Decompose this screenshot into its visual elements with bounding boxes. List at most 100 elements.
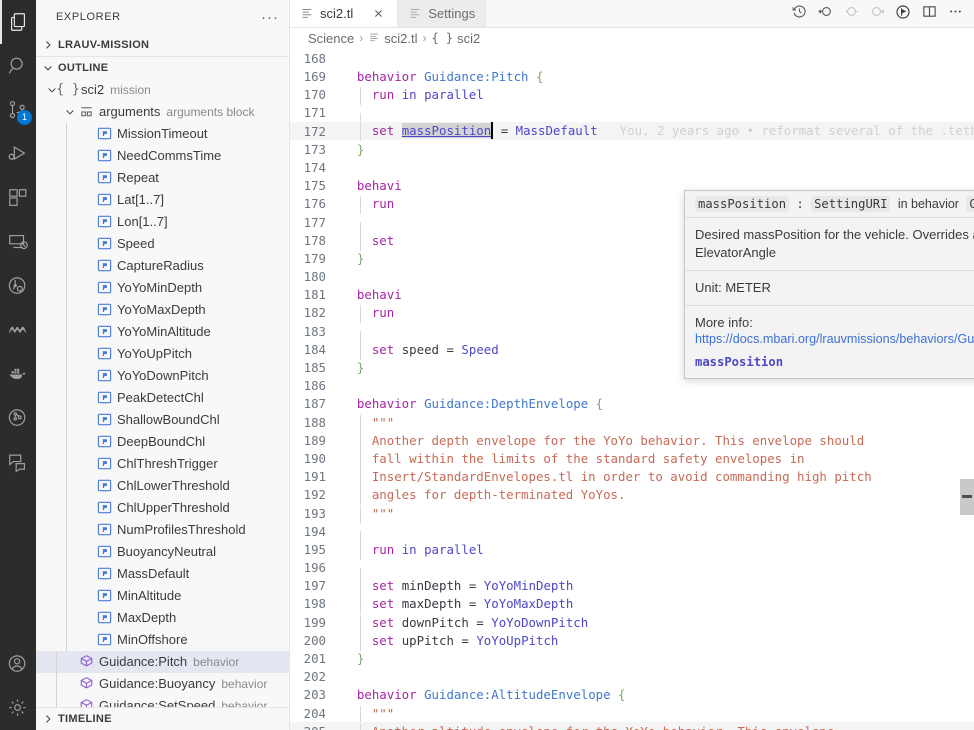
outline-item-yoyominaltitude[interactable]: YoYoMinAltitude xyxy=(36,321,289,343)
outline-item-sci2[interactable]: { }sci2mission xyxy=(36,79,289,101)
activity-item-gitlens[interactable] xyxy=(0,308,36,352)
sidebar-more-actions-button[interactable]: ··· xyxy=(259,6,281,28)
code-line-text[interactable]: set maxDepth = YoYoMaxDepth xyxy=(338,596,974,611)
outline-item-lon-1-7[interactable]: Lon[1..7] xyxy=(36,211,289,233)
code-line-text[interactable]: behavior Guidance:Pitch { xyxy=(338,69,974,84)
outline-item-peakdetectchl[interactable]: PeakDetectChl xyxy=(36,387,289,409)
outline-item-speed[interactable]: Speed xyxy=(36,233,289,255)
outline-item-numprofilesthreshold[interactable]: NumProfilesThreshold xyxy=(36,519,289,541)
code-line-text[interactable]: Another depth envelope for the YoYo beha… xyxy=(338,433,974,448)
code-line[interactable]: 173 } xyxy=(290,140,974,158)
close-icon[interactable] xyxy=(369,4,387,22)
outline-item-yoyomaxdepth[interactable]: YoYoMaxDepth xyxy=(36,299,289,321)
code-editor[interactable]: 168169 behavior Guidance:Pitch {170 run … xyxy=(290,49,974,730)
section-header-lrauv-mission[interactable]: LRAUV-MISSION xyxy=(36,34,289,56)
section-header-outline[interactable]: OUTLINE xyxy=(36,57,289,79)
outline-item-minoffshore[interactable]: MinOffshore xyxy=(36,629,289,651)
code-line[interactable]: 191 Insert/StandardEnvelopes.tl in order… xyxy=(290,468,974,486)
activity-item-manage-settings[interactable] xyxy=(0,686,36,730)
code-line[interactable]: 189 Another depth envelope for the YoYo … xyxy=(290,431,974,449)
code-line-text[interactable]: set minDepth = YoYoMinDepth xyxy=(338,578,974,593)
code-line[interactable]: 171 xyxy=(290,104,974,122)
code-line[interactable]: 198 set maxDepth = YoYoMaxDepth xyxy=(290,595,974,613)
outline-item-guidance-pitch[interactable]: Guidance:Pitchbehavior xyxy=(36,651,289,673)
activity-item-source-control[interactable]: 1 xyxy=(0,88,36,132)
outline-item-shallowboundchl[interactable]: ShallowBoundChl xyxy=(36,409,289,431)
code-line[interactable]: 190 fall within the limits of the standa… xyxy=(290,449,974,467)
outline-item-captureradius[interactable]: CaptureRadius xyxy=(36,255,289,277)
activity-item-accounts[interactable] xyxy=(0,642,36,686)
run-button[interactable] xyxy=(890,0,916,26)
code-line[interactable]: 197 set minDepth = YoYoMinDepth xyxy=(290,577,974,595)
code-line[interactable]: 195 run in parallel xyxy=(290,540,974,558)
outline-item-yoyomindepth[interactable]: YoYoMinDepth xyxy=(36,277,289,299)
code-line[interactable]: 168 xyxy=(290,49,974,67)
code-line-text[interactable]: run in parallel xyxy=(338,87,974,102)
code-line[interactable]: 202 xyxy=(290,668,974,686)
code-line-text[interactable]: run in parallel xyxy=(338,542,974,557)
timeline-history-button[interactable] xyxy=(786,0,812,26)
outline-item-chlupperthreshold[interactable]: ChlUpperThreshold xyxy=(36,497,289,519)
code-line-text[interactable]: fall within the limits of the standard s… xyxy=(338,451,974,466)
code-line[interactable]: 205 Another altitude envelope for the Yo… xyxy=(290,722,974,730)
outline-tree[interactable]: { }sci2missionargumentsarguments block Mi… xyxy=(36,79,289,707)
outline-item-minaltitude[interactable]: MinAltitude xyxy=(36,585,289,607)
code-line[interactable]: 204 """ xyxy=(290,704,974,722)
activity-item-extensions[interactable] xyxy=(0,176,36,220)
code-line[interactable]: 169 behavior Guidance:Pitch { xyxy=(290,67,974,85)
git-blame-annotation[interactable]: You, 2 years ago • reformat several of t… xyxy=(598,123,974,138)
activity-item-remote-explorer[interactable] xyxy=(0,220,36,264)
code-line-text[interactable]: set downPitch = YoYoDownPitch xyxy=(338,615,974,630)
breadcrumb-item-science[interactable]: Science xyxy=(308,31,354,46)
breadcrumb-item-sci2[interactable]: { } sci2 xyxy=(431,31,480,46)
split-editor-button[interactable] xyxy=(916,0,942,26)
outline-item-guidance-buoyancy[interactable]: Guidance:Buoyancybehavior xyxy=(36,673,289,695)
outline-item-arguments[interactable]: argumentsarguments block xyxy=(36,101,289,123)
selected-symbol[interactable]: massPosition xyxy=(402,123,492,138)
code-line-text[interactable]: """ xyxy=(338,706,974,721)
code-line[interactable]: 203 behavior Guidance:AltitudeEnvelope { xyxy=(290,686,974,704)
code-line[interactable]: 192 angles for depth-terminated YoYos. xyxy=(290,486,974,504)
code-line[interactable]: 196 xyxy=(290,559,974,577)
code-line[interactable]: 170 run in parallel xyxy=(290,86,974,104)
code-line[interactable]: 172 set massPosition = MassDefaultYou, 2… xyxy=(290,122,974,140)
outline-item-yoyouppitch[interactable]: YoYoUpPitch xyxy=(36,343,289,365)
code-line[interactable]: 186 xyxy=(290,377,974,395)
circle-dash-button[interactable] xyxy=(838,0,864,26)
code-line[interactable]: 187 behavior Guidance:DepthEnvelope { xyxy=(290,395,974,413)
outline-item-massdefault[interactable]: MassDefault xyxy=(36,563,289,585)
outline-item-buoyancyneutral[interactable]: BuoyancyNeutral xyxy=(36,541,289,563)
code-line[interactable]: 188 """ xyxy=(290,413,974,431)
code-line-text[interactable]: set massPosition = MassDefaultYou, 2 yea… xyxy=(338,123,974,140)
code-line[interactable]: 199 set downPitch = YoYoDownPitch xyxy=(290,613,974,631)
activity-item-docker[interactable] xyxy=(0,352,36,396)
code-line-text[interactable]: Another altitude envelope for the YoYo b… xyxy=(338,724,974,730)
activity-item-git-graph[interactable] xyxy=(0,396,36,440)
code-line[interactable]: 193 """ xyxy=(290,504,974,522)
code-line-text[interactable]: set upPitch = YoYoUpPitch xyxy=(338,633,974,648)
outline-item-chllowerthreshold[interactable]: ChlLowerThreshold xyxy=(36,475,289,497)
step-back-button[interactable] xyxy=(812,0,838,26)
outline-item-guidance-setspeed[interactable]: Guidance:SetSpeedbehavior xyxy=(36,695,289,707)
outline-item-repeat[interactable]: Repeat xyxy=(36,167,289,189)
tab-settings[interactable]: Settings xyxy=(398,0,486,27)
activity-item-run-and-debug[interactable] xyxy=(0,132,36,176)
activity-item-explorer[interactable] xyxy=(0,0,36,44)
outline-item-yoyodownpitch[interactable]: YoYoDownPitch xyxy=(36,365,289,387)
code-line-text[interactable]: } xyxy=(338,142,974,157)
outline-item-deepboundchl[interactable]: DeepBoundChl xyxy=(36,431,289,453)
outline-item-needcommstime[interactable]: NeedCommsTime xyxy=(36,145,289,167)
more-actions-button[interactable] xyxy=(942,0,968,26)
code-line-text[interactable]: angles for depth-terminated YoYos. xyxy=(338,487,974,502)
code-lines[interactable]: 168169 behavior Guidance:Pitch {170 run … xyxy=(290,49,974,730)
code-line[interactable]: 194 xyxy=(290,522,974,540)
code-line-text[interactable]: } xyxy=(338,651,974,666)
outline-item-chlthreshtrigger[interactable]: ChlThreshTrigger xyxy=(36,453,289,475)
step-forward-button[interactable] xyxy=(864,0,890,26)
tab-sci2-tl[interactable]: sci2.tl xyxy=(290,0,398,27)
chevron-down-icon[interactable] xyxy=(62,104,78,120)
code-line[interactable]: 201 } xyxy=(290,649,974,667)
activity-item-comments[interactable] xyxy=(0,440,36,484)
section-header-timeline[interactable]: TIMELINE xyxy=(36,708,289,730)
breadcrumb-item-sci2-tl[interactable]: sci2.tl xyxy=(368,31,417,46)
